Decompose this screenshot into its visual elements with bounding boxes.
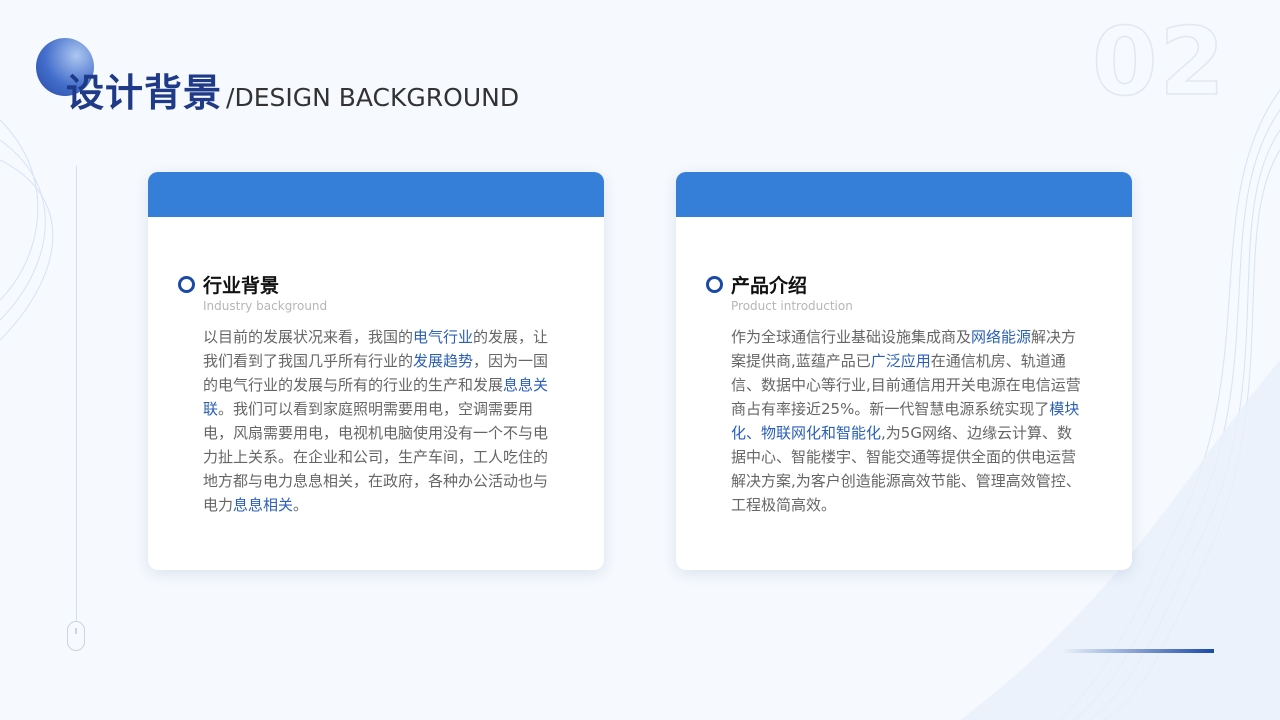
text-segment: 。: [293, 496, 309, 514]
bottom-accent-line: [1062, 649, 1214, 653]
card-paragraph: 作为全球通信行业基础设施集成商及网络能源解决方案提供商,蓝蕴产品已广泛应用在通信…: [731, 325, 1083, 517]
ring-bullet-icon: [706, 276, 723, 293]
highlight-text: 息息相关: [233, 496, 294, 514]
card-title: 行业背景: [203, 275, 280, 297]
card-subtitle: Industry background: [203, 299, 328, 313]
page-number: 02: [1091, 7, 1227, 118]
side-divider: [76, 166, 77, 621]
card-product-introduction: 产品介绍 Product introduction 作为全球通信行业基础设施集成…: [676, 172, 1132, 570]
highlight-text: 广泛应用: [870, 352, 931, 370]
text-segment: 作为全球通信行业基础设施集成商及: [731, 328, 972, 346]
card-paragraph: 以目前的发展状况来看，我国的电气行业的发展，让我们看到了我国几乎所有行业的发展趋…: [203, 325, 555, 517]
title-en: /DESIGN BACKGROUND: [226, 83, 520, 112]
card-header-bar: [676, 172, 1132, 217]
page-title: 设计背景 /DESIGN BACKGROUND: [66, 62, 519, 117]
highlight-text: 电气行业: [413, 328, 474, 346]
mouse-scroll-icon: [67, 621, 85, 651]
card-subtitle: Product introduction: [731, 299, 853, 313]
card-header-bar: [148, 172, 604, 217]
card-title: 产品介绍: [731, 275, 808, 297]
highlight-text: 发展趋势: [413, 352, 474, 370]
ring-bullet-icon: [178, 276, 195, 293]
title-cn: 设计背景: [66, 71, 223, 115]
highlight-text: 网络能源: [971, 328, 1032, 346]
text-segment: 以目前的发展状况来看，我国的: [203, 328, 414, 346]
card-industry-background: 行业背景 Industry background 以目前的发展状况来看，我国的电…: [148, 172, 604, 570]
